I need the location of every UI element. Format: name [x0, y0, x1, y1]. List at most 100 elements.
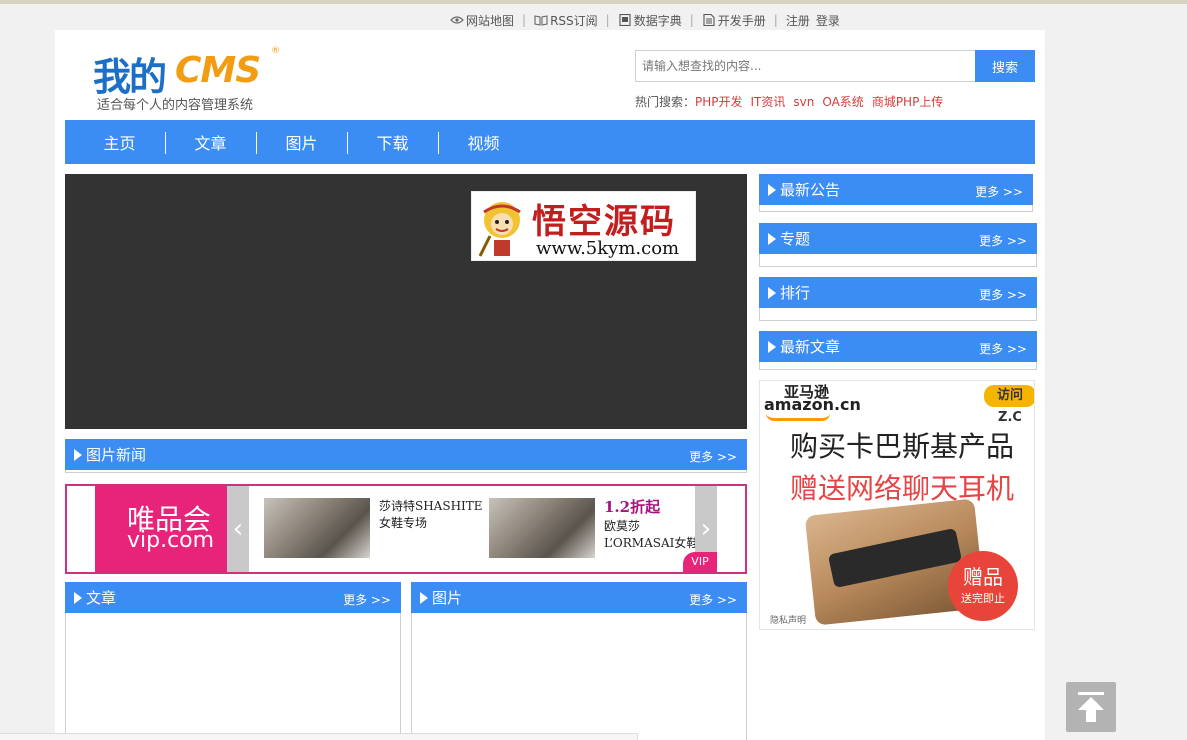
- ad-headline-2: 赠送网络聊天耳机: [790, 472, 1015, 505]
- nav-articles[interactable]: 文章: [165, 130, 256, 154]
- watermark-url: www.5kym.com: [536, 238, 680, 259]
- topic-box: 专题 更多 >>: [759, 223, 1037, 267]
- vip-ad-banner[interactable]: 唯品会 vip.com ‹ 莎诗特SHASHITE 女鞋专场 1.2折起 欧莫莎…: [65, 484, 747, 574]
- articles-title: 文章: [86, 589, 117, 607]
- topic-title: 专题: [780, 230, 811, 248]
- articles-more-link[interactable]: 更多 >>: [343, 591, 391, 608]
- search-bar: 搜索: [635, 50, 1035, 82]
- logo-cn-text: 我的: [93, 55, 167, 99]
- vip-product-image-1[interactable]: [264, 498, 370, 558]
- dict-link[interactable]: 数据字典: [618, 12, 682, 29]
- privacy-link[interactable]: 隐私声明: [770, 613, 806, 626]
- gift-note: 送完即止: [961, 592, 1005, 605]
- vip-product-image-2[interactable]: [489, 498, 595, 558]
- watermark-title: 悟空源码: [532, 202, 676, 242]
- vip-logo-stripe: [67, 486, 97, 572]
- rank-header: 排行 更多 >>: [759, 277, 1037, 308]
- site-logo[interactable]: 我的 CMS ® 适合每个人的内容管理系统: [93, 46, 283, 113]
- triangle-icon: [74, 592, 82, 604]
- vip-item1-line2: 女鞋专场: [379, 516, 428, 530]
- nav-videos[interactable]: 视频: [438, 130, 529, 154]
- top-bar: 网站地图 | RSS订阅 | 数据字典 | 开发手册 | 注册 登录: [0, 0, 1187, 30]
- login-link[interactable]: 登录: [816, 12, 840, 29]
- rss-label: RSS订阅: [550, 13, 598, 28]
- hot-term-oa[interactable]: OA系统: [822, 95, 863, 109]
- amazon-smile-icon: [766, 413, 830, 421]
- pictures-box: 图片 更多 >>: [411, 582, 747, 740]
- latest-header: 最新文章 更多 >>: [759, 331, 1037, 362]
- triangle-icon: [420, 592, 428, 604]
- picture-news-box: 图片新闻 更多 >>: [65, 439, 747, 473]
- hot-term-mall[interactable]: 商城PHP上传: [872, 95, 944, 109]
- vip-item2-line1: 欧莫莎: [604, 519, 641, 533]
- notice-more-link[interactable]: 更多 >>: [975, 183, 1023, 200]
- hot-term-svn[interactable]: svn: [793, 95, 814, 109]
- hot-term-php[interactable]: PHP开发: [695, 95, 743, 109]
- manual-link[interactable]: 开发手册: [702, 12, 766, 29]
- registered-mark: ®: [271, 46, 280, 56]
- sitemap-label: 网站地图: [466, 13, 515, 28]
- latest-more-link[interactable]: 更多 >>: [979, 340, 1027, 357]
- vip-logo-en: vip.com: [127, 528, 215, 553]
- logo-slogan: 适合每个人的内容管理系统: [97, 98, 254, 113]
- monkey-king-icon: [478, 202, 521, 257]
- notice-title: 最新公告: [780, 181, 841, 199]
- separator: |: [773, 13, 778, 27]
- rank-more-link[interactable]: 更多 >>: [979, 286, 1027, 303]
- amazon-brand-en: amazon.cn: [764, 395, 861, 414]
- picture-news-title: 图片新闻: [86, 446, 147, 464]
- topic-more-link[interactable]: 更多 >>: [979, 232, 1027, 249]
- horizontal-scrollbar[interactable]: [0, 733, 638, 740]
- nav-downloads[interactable]: 下载: [347, 130, 438, 154]
- vip-logo: 唯品会 vip.com: [67, 486, 227, 572]
- amazon-ad[interactable]: 亚马逊 amazon.cn 访问 Z.C 购买卡巴斯基产品 赠送网络聊天耳机 赠…: [759, 380, 1035, 630]
- topic-header: 专题 更多 >>: [759, 223, 1037, 254]
- vip-badge: VIP: [683, 552, 717, 572]
- dict-label: 数据字典: [633, 13, 682, 28]
- nav-pictures[interactable]: 图片: [256, 130, 347, 154]
- separator: |: [605, 13, 610, 27]
- latest-box: 最新文章 更多 >>: [759, 331, 1037, 370]
- manual-label: 开发手册: [717, 13, 766, 28]
- search-input[interactable]: [635, 50, 975, 82]
- rank-box: 排行 更多 >>: [759, 277, 1037, 321]
- dictionary-icon: [619, 14, 631, 26]
- gift-title: 赠品: [963, 565, 1003, 589]
- register-link[interactable]: 注册: [786, 12, 810, 29]
- picture-news-more-link[interactable]: 更多 >>: [689, 448, 737, 465]
- articles-header: 文章 更多 >>: [65, 582, 401, 613]
- triangle-icon: [74, 449, 82, 461]
- rss-link[interactable]: RSS订阅: [534, 12, 598, 29]
- back-to-top-button[interactable]: [1066, 682, 1116, 732]
- logo-cms-text: CMS: [175, 50, 261, 91]
- triangle-icon: [768, 184, 776, 196]
- separator: |: [689, 13, 694, 27]
- pictures-more-link[interactable]: 更多 >>: [689, 591, 737, 608]
- picture-news-header: 图片新闻 更多 >>: [65, 439, 747, 470]
- vip-item1-line1: 莎诗特SHASHITE: [379, 499, 483, 513]
- hot-search-label: 热门搜索：: [635, 95, 696, 109]
- separator: |: [522, 13, 527, 27]
- watermark-logo: 悟空源码 www.5kym.com: [471, 191, 696, 261]
- vip-item2-line2: L’ORMASAI女鞋: [604, 536, 699, 550]
- arrow-up-icon: [1078, 692, 1104, 722]
- sitemap-icon: [450, 16, 464, 24]
- triangle-icon: [768, 341, 776, 353]
- amazon-visit-badge: 访问 Z.C: [984, 385, 1034, 425]
- triangle-icon: [768, 287, 776, 299]
- hot-term-it[interactable]: IT资讯: [751, 95, 786, 109]
- vip-prev-button[interactable]: ‹: [227, 486, 249, 572]
- page-container: 我的 CMS ® 适合每个人的内容管理系统 搜索 热门搜索：PHP开发 IT资讯 s…: [55, 30, 1045, 740]
- hot-search: 热门搜索：PHP开发 IT资讯 svn OA系统 商城PHP上传: [635, 93, 951, 110]
- notice-box: 最新公告 更多 >>: [759, 174, 1033, 212]
- search-button[interactable]: 搜索: [975, 50, 1035, 82]
- ad-headline-1: 购买卡巴斯基产品: [790, 430, 1015, 463]
- notice-header: 最新公告 更多 >>: [759, 174, 1033, 205]
- main-nav: 主页 文章 图片 下载 视频: [65, 120, 1035, 164]
- nav-home[interactable]: 主页: [74, 130, 165, 154]
- pictures-header: 图片 更多 >>: [411, 582, 747, 613]
- document-icon: [703, 14, 715, 26]
- triangle-icon: [768, 233, 776, 245]
- sitemap-link[interactable]: 网站地图: [450, 12, 514, 29]
- rank-title: 排行: [780, 284, 811, 302]
